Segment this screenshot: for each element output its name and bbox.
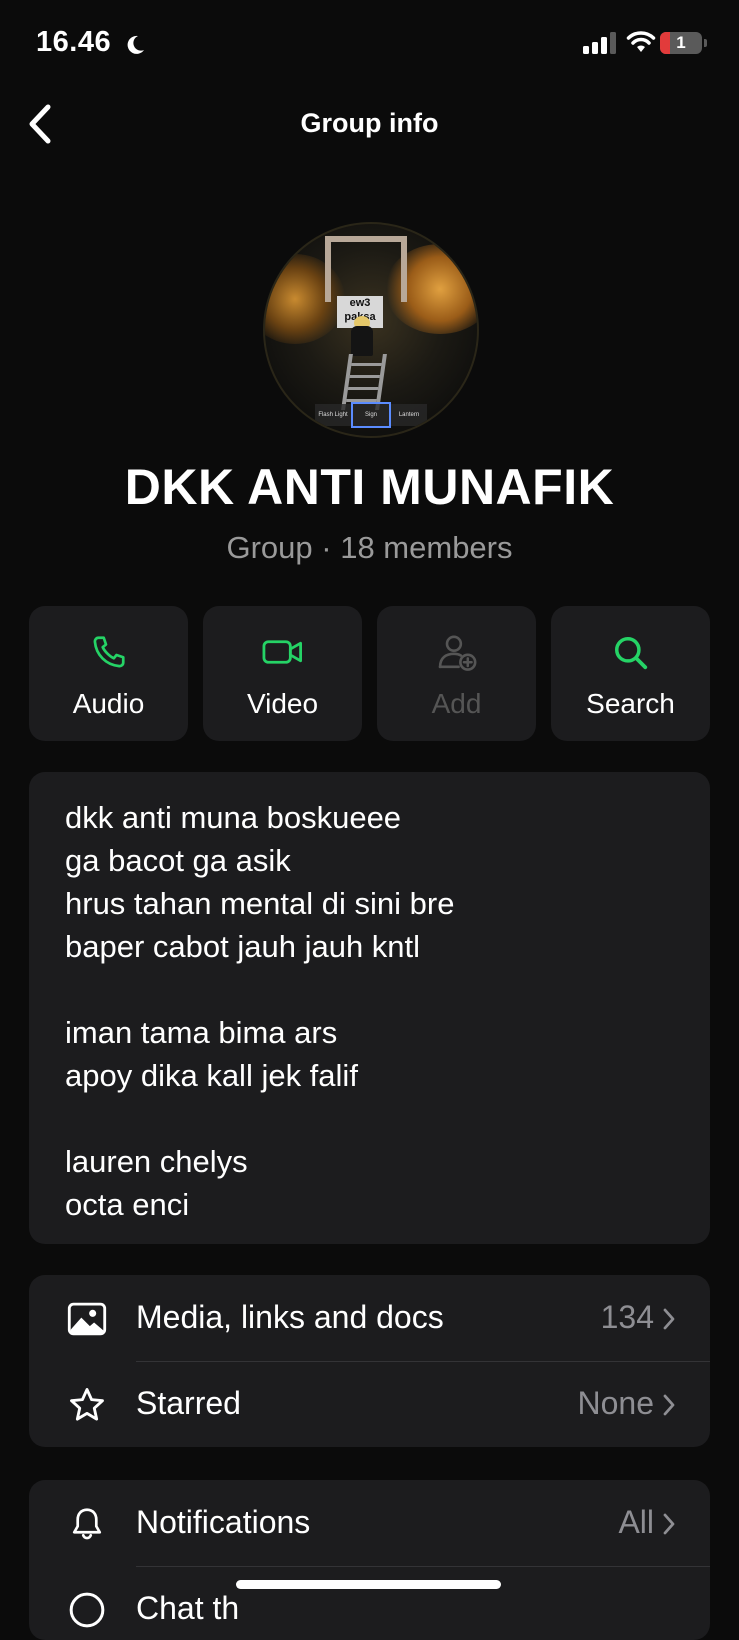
chevron-right-icon xyxy=(663,1394,675,1416)
action-buttons: Audio Video Add Search xyxy=(29,606,710,741)
group-name[interactable]: DKK ANTI MUNAFIK xyxy=(0,458,739,516)
search-button[interactable]: Search xyxy=(551,606,710,741)
group-subtitle: Group · 18 members xyxy=(226,530,513,565)
battery-tip xyxy=(704,39,707,47)
star-icon xyxy=(70,1388,104,1421)
chat-theme-icon xyxy=(69,1592,105,1628)
notifications-label: Notifications xyxy=(136,1504,311,1540)
media-links-docs-label: Media, links and docs xyxy=(136,1299,444,1335)
bell-icon xyxy=(72,1508,102,1540)
notifications-row[interactable]: Notifications All xyxy=(29,1480,710,1566)
notifications-value: All xyxy=(618,1504,654,1540)
wifi-icon xyxy=(626,31,656,52)
phone-icon xyxy=(93,636,125,668)
add-label: Add xyxy=(431,688,482,719)
moon-icon xyxy=(127,35,144,54)
add-user-icon xyxy=(438,635,476,671)
video-label: Video xyxy=(246,688,319,719)
battery-icon: 1 xyxy=(660,32,702,54)
search-label: Search xyxy=(586,688,675,719)
group-description[interactable]: dkk anti muna boskueee ga bacot ga asik … xyxy=(29,772,710,1244)
home-indicator[interactable] xyxy=(236,1580,501,1589)
group-avatar[interactable]: ew3 paksa Flash Light Sign Lantern xyxy=(263,222,479,438)
group-description-text: dkk anti muna boskueee ga bacot ga asik … xyxy=(65,800,455,1222)
status-time: 16.46 xyxy=(36,26,112,58)
notifications-section: Notifications All Chat th xyxy=(29,1480,710,1640)
chevron-right-icon xyxy=(663,1513,675,1535)
page-title: Group info xyxy=(300,108,439,138)
chevron-right-icon xyxy=(663,1308,675,1330)
video-call-button[interactable]: Video xyxy=(203,606,362,741)
search-icon xyxy=(614,637,647,670)
cellular-signal-icon xyxy=(583,32,616,54)
starred-row[interactable]: Starred None xyxy=(29,1361,710,1447)
media-count: 134 xyxy=(600,1299,654,1335)
video-icon xyxy=(262,640,302,664)
avatar-slot: Flash Light xyxy=(315,404,351,426)
chat-theme-label: Chat th xyxy=(136,1590,240,1626)
chat-theme-row[interactable]: Chat th xyxy=(29,1566,710,1640)
add-member-button[interactable]: Add xyxy=(377,606,536,741)
audio-call-button[interactable]: Audio xyxy=(29,606,188,741)
avatar-slot: Sign xyxy=(351,402,391,428)
status-bar: 16.46 1 xyxy=(0,0,739,90)
starred-value: None xyxy=(577,1385,655,1421)
media-links-docs-row[interactable]: Media, links and docs 134 xyxy=(29,1275,710,1361)
media-starred-section: Media, links and docs 134 Starred None xyxy=(29,1275,710,1447)
battery-level: 1 xyxy=(676,33,686,52)
avatar-slot: Lantern xyxy=(391,404,427,426)
starred-label: Starred xyxy=(136,1385,241,1421)
audio-label: Audio xyxy=(72,688,145,719)
photo-icon xyxy=(67,1302,107,1336)
